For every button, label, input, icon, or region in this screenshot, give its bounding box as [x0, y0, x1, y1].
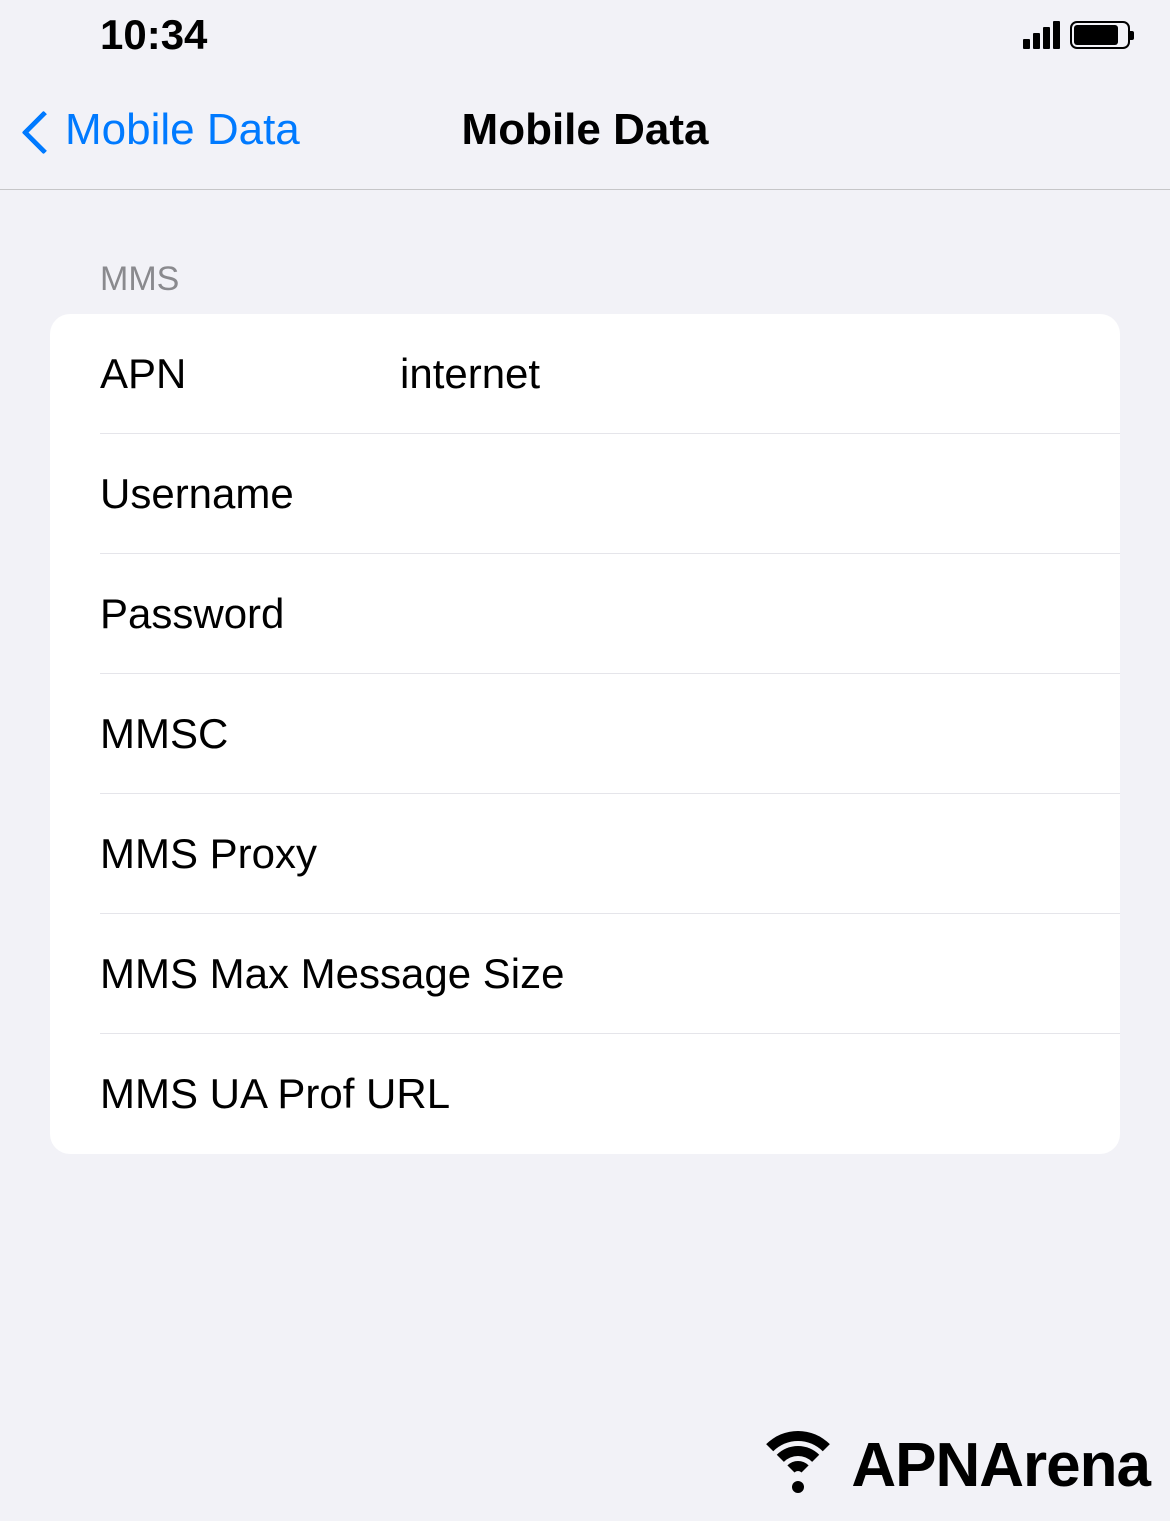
status-indicators: [1023, 21, 1130, 49]
row-mms-proxy[interactable]: MMS Proxy: [50, 794, 1120, 914]
footer-brand-text: APNArena: [851, 1430, 1150, 1501]
mms-ua-prof-input[interactable]: [450, 1070, 1080, 1118]
back-label: Mobile Data: [65, 105, 300, 155]
row-mms-max-message-size[interactable]: MMS Max Message Size: [50, 914, 1120, 1034]
row-label: MMS UA Prof URL: [100, 1070, 450, 1118]
row-label: MMS Proxy: [100, 830, 400, 878]
row-mmsc[interactable]: MMSC: [50, 674, 1120, 794]
username-input[interactable]: [400, 470, 1080, 518]
mms-proxy-input[interactable]: [400, 830, 1080, 878]
row-label: APN: [100, 350, 400, 398]
row-username[interactable]: Username: [50, 434, 1120, 554]
row-label: Username: [100, 470, 400, 518]
row-label: MMSC: [100, 710, 400, 758]
apn-input[interactable]: [400, 350, 1080, 398]
row-apn[interactable]: APN: [50, 314, 1120, 434]
cellular-signal-icon: [1023, 21, 1060, 49]
back-button[interactable]: Mobile Data: [0, 105, 300, 155]
password-input[interactable]: [400, 590, 1080, 638]
status-bar: 10:34: [0, 0, 1170, 70]
page-title: Mobile Data: [462, 105, 709, 155]
navigation-bar: Mobile Data Mobile Data: [0, 70, 1170, 190]
footer-logo: APNArena: [753, 1430, 1150, 1501]
wifi-icon: [753, 1431, 843, 1501]
row-label: MMS Max Message Size: [100, 950, 564, 998]
mmsc-input[interactable]: [400, 710, 1080, 758]
row-label: Password: [100, 590, 400, 638]
status-time: 10:34: [100, 11, 207, 59]
chevron-left-icon: [20, 105, 50, 155]
mms-max-size-input[interactable]: [564, 950, 1105, 998]
content: MMS APN Username Password MMSC: [0, 190, 1170, 1154]
row-mms-ua-prof-url[interactable]: MMS UA Prof URL: [50, 1034, 1120, 1154]
section-header-mms: MMS: [50, 260, 1120, 314]
row-password[interactable]: Password: [50, 554, 1120, 674]
settings-group-mms: APN Username Password MMSC MMS P: [50, 314, 1120, 1154]
battery-icon: [1070, 21, 1130, 49]
